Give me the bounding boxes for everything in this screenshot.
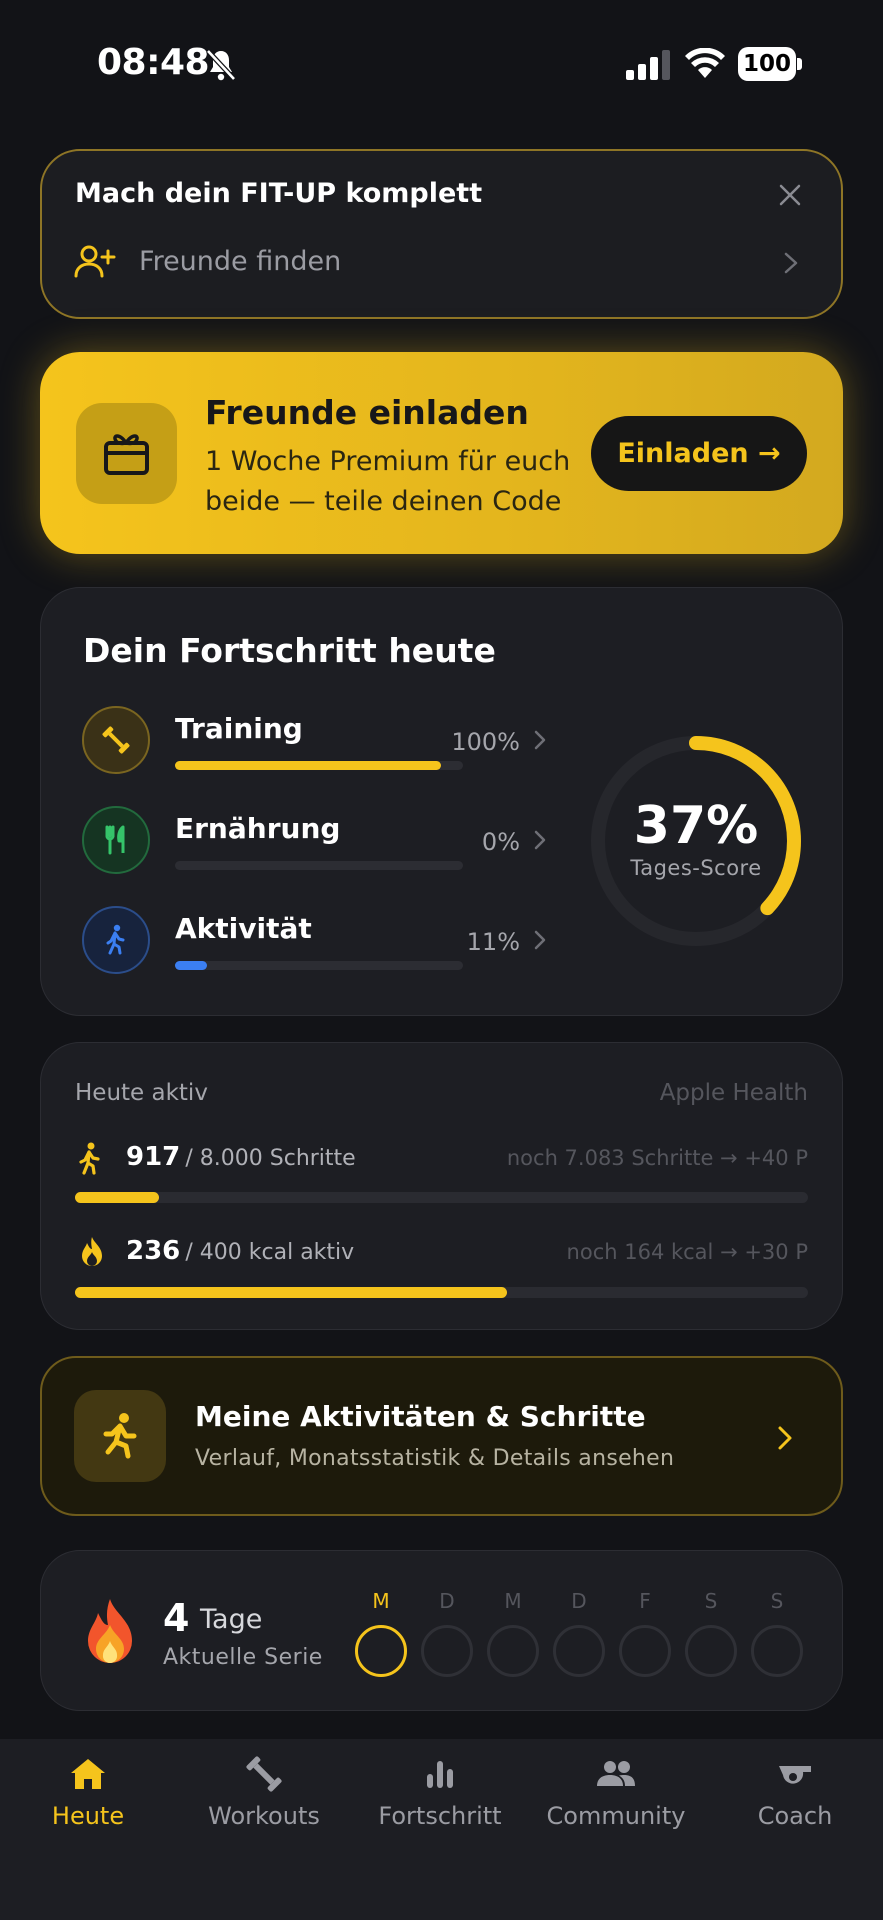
fire-icon: [88, 1599, 132, 1664]
find-friends-link[interactable]: Freunde finden: [139, 246, 341, 277]
flame-icon: [82, 1237, 102, 1266]
day-letter-5: F: [639, 1589, 651, 1613]
battery-indicator: 100: [738, 47, 802, 81]
fork-knife-icon: [105, 825, 125, 855]
invite-title: Freunde einladen: [205, 393, 529, 432]
progress-fill-activity: [175, 961, 207, 970]
progress-title: Dein Fortschritt heute: [83, 631, 496, 670]
streak-label: Aktuelle Serie: [163, 1645, 323, 1670]
walking-icon: [79, 1142, 100, 1175]
kcal-summary: 236 / 400 kcal aktiv: [126, 1236, 354, 1266]
add-user-icon: [74, 245, 116, 278]
chevron-right-icon: [784, 252, 798, 274]
day-letter-2: D: [439, 1589, 455, 1613]
nutrition-icon-badge: [82, 806, 150, 874]
dumbbell-icon: [246, 1756, 282, 1792]
invite-button[interactable]: Einladen →: [591, 416, 807, 491]
active-today-title: Heute aktiv: [75, 1080, 208, 1106]
tab-label: Fortschritt: [378, 1802, 502, 1830]
tab-workouts[interactable]: Workouts: [176, 1752, 352, 1830]
activities-icon-box: [74, 1390, 166, 1482]
day-circle: [619, 1625, 671, 1677]
activities-subtitle: Verlauf, Monatsstatistik & Details anseh…: [195, 1446, 675, 1471]
steps-goal: / 8.000 Schritte: [185, 1146, 356, 1171]
invite-subtitle: 1 Woche Premium für euch beide — teile d…: [205, 446, 571, 517]
day-circle: [685, 1625, 737, 1677]
fitup-card[interactable]: [40, 149, 843, 319]
tab-label: Workouts: [208, 1802, 320, 1830]
steps-remaining-note: noch 7.083 Schritte → +40 P: [506, 1146, 808, 1170]
progress-track-activity: [175, 961, 463, 970]
kcal-goal: / 400 kcal aktiv: [185, 1240, 355, 1265]
tab-fortschritt[interactable]: Fortschritt: [352, 1752, 528, 1830]
progress-track-training: [175, 761, 463, 770]
day-circle: [553, 1625, 605, 1677]
progress-percent-activity: 11%: [466, 928, 520, 956]
steps-progress-track: [75, 1192, 808, 1203]
progress-fill-training: [175, 761, 441, 770]
kcal-remaining-note: noch 164 kcal → +30 P: [566, 1240, 808, 1264]
progress-track-nutrition: [175, 861, 463, 870]
cellular-signal-icon: [626, 50, 670, 80]
tab-label: Heute: [51, 1802, 125, 1830]
streak-count: 4: [163, 1596, 190, 1640]
progress-label-nutrition[interactable]: Ernährung: [175, 812, 340, 845]
walking-icon: [106, 924, 125, 955]
progress-label-activity[interactable]: Aktivität: [175, 912, 312, 945]
steps-progress-fill: [75, 1192, 160, 1203]
steps-value: 917: [126, 1142, 181, 1172]
chevron-right-icon[interactable]: [533, 729, 547, 751]
daily-score-label: Tages-Score: [630, 856, 762, 880]
chevron-right-icon[interactable]: [533, 829, 547, 851]
invite-button-label: Einladen →: [617, 438, 781, 469]
progress-percent-nutrition: 0%: [481, 828, 520, 856]
chevron-right-icon[interactable]: [533, 929, 547, 951]
close-icon[interactable]: [775, 180, 805, 210]
tab-label: Community: [546, 1802, 686, 1830]
kcal-progress-track: [75, 1287, 808, 1298]
day-circle: [487, 1625, 539, 1677]
day-letter-1: M: [372, 1589, 390, 1613]
bell-muted-icon: [206, 49, 236, 81]
whistle-icon: [779, 1766, 811, 1784]
day-circle: [421, 1625, 473, 1677]
kcal-value: 236: [126, 1236, 181, 1266]
day-circle-today: [355, 1625, 407, 1677]
gift-icon: [104, 434, 149, 475]
tab-community[interactable]: Community: [528, 1752, 704, 1830]
steps-summary: 917 / 8.000 Schritte: [126, 1142, 356, 1172]
dumbbell-icon: [102, 726, 130, 754]
battery-level: 100: [738, 47, 796, 81]
daily-score-value: 37%: [633, 796, 759, 856]
activities-title: Meine Aktivitäten & Schritte: [195, 1400, 646, 1433]
chevron-right-icon: [778, 1426, 792, 1450]
day-circle: [751, 1625, 803, 1677]
data-source-label: Apple Health: [659, 1080, 808, 1106]
status-time: 08:48: [97, 42, 210, 83]
activity-icon-badge: [82, 906, 150, 974]
training-icon-badge: [82, 706, 150, 774]
streak-unit: Tage: [200, 1604, 263, 1635]
progress-percent-training: 100%: [451, 728, 520, 756]
day-letter-3: M: [504, 1589, 522, 1613]
day-letter-6: S: [704, 1589, 718, 1613]
kcal-progress-fill: [75, 1287, 508, 1298]
fitup-title: Mach dein FIT-UP komplett: [75, 178, 483, 209]
day-letter-7: S: [770, 1589, 784, 1613]
tab-label: Coach: [757, 1802, 833, 1830]
tab-heute[interactable]: Heute: [0, 1752, 176, 1830]
wifi-icon: [685, 48, 725, 78]
people-icon: [597, 1761, 635, 1786]
home-icon: [71, 1759, 105, 1789]
running-icon: [103, 1413, 137, 1459]
invite-icon-box: [76, 403, 177, 504]
tab-coach[interactable]: Coach: [707, 1752, 883, 1830]
day-letter-4: D: [571, 1589, 587, 1613]
bar-chart-icon: [427, 1761, 453, 1788]
progress-label-training[interactable]: Training: [175, 712, 303, 745]
